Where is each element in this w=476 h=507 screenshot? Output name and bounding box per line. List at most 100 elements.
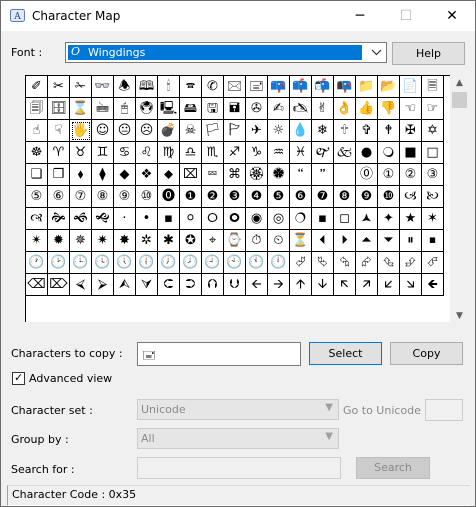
character-cell[interactable]: ♈ bbox=[48, 142, 70, 164]
character-cell[interactable]: ⮶ bbox=[422, 252, 444, 274]
character-cell[interactable]: 🖰 bbox=[114, 98, 136, 120]
character-cell[interactable]: ⮚ bbox=[92, 274, 114, 296]
character-cell[interactable]: ⏱ bbox=[246, 230, 268, 252]
character-cell[interactable]: ⬥ bbox=[158, 164, 180, 186]
character-cell[interactable]: 📫 bbox=[290, 76, 312, 98]
character-cell[interactable]: ⧫ bbox=[92, 164, 114, 186]
character-cell[interactable]: 🗄 bbox=[48, 98, 70, 120]
character-cell[interactable]: ♌ bbox=[136, 142, 158, 164]
character-cell[interactable]: ⏳ bbox=[290, 230, 312, 252]
character-cell[interactable]: ⏷ bbox=[378, 230, 400, 252]
character-cell[interactable]: 👍 bbox=[356, 98, 378, 120]
character-cell[interactable]: 🡭 bbox=[356, 274, 378, 296]
character-cell[interactable]: ⏹ bbox=[422, 230, 444, 252]
character-cell[interactable]: ☹ bbox=[136, 120, 158, 142]
character-cell[interactable]: 🕒 bbox=[70, 252, 92, 274]
character-cell[interactable]: ⮴ bbox=[378, 252, 400, 274]
character-cell[interactable]: 🕚 bbox=[246, 252, 268, 274]
character-cell[interactable]: ♋ bbox=[114, 142, 136, 164]
characters-to-copy-input[interactable]: 🖃 bbox=[137, 342, 301, 366]
character-cell[interactable]: 😐 bbox=[114, 120, 136, 142]
character-cell[interactable]: ❼ bbox=[312, 186, 334, 208]
character-cell[interactable]: 🏳 bbox=[202, 120, 224, 142]
scroll-down-arrow-icon[interactable]: ▼ bbox=[451, 308, 468, 325]
character-cell[interactable]: ✵ bbox=[70, 230, 92, 252]
character-cell[interactable]: 🏶 bbox=[268, 164, 290, 186]
character-cell[interactable]: 🖳 bbox=[158, 98, 180, 120]
character-cell[interactable]: · bbox=[114, 208, 136, 230]
character-cell[interactable]: ♏ bbox=[202, 142, 224, 164]
character-cell[interactable]: ⮉ bbox=[202, 274, 224, 296]
help-button[interactable]: Help bbox=[392, 42, 465, 65]
character-cell[interactable]: ⑨ bbox=[114, 186, 136, 208]
character-cell[interactable]: 🡪 bbox=[268, 274, 290, 296]
character-cell[interactable]: 🕯 bbox=[158, 76, 180, 98]
character-cell[interactable]: ③ bbox=[422, 164, 444, 186]
character-cell[interactable]: ⮈ bbox=[158, 274, 180, 296]
character-cell[interactable]: 🞈 bbox=[224, 208, 246, 230]
character-cell[interactable]: 🙵 bbox=[334, 142, 356, 164]
character-cell[interactable]: ⌘ bbox=[224, 164, 246, 186]
character-cell[interactable]: 🕘 bbox=[202, 252, 224, 274]
character-cell[interactable]: 🕑 bbox=[48, 252, 70, 274]
character-cell[interactable]: ☼ bbox=[268, 120, 290, 142]
character-cell[interactable]: ✹ bbox=[48, 230, 70, 252]
character-cell[interactable]: ♒ bbox=[268, 142, 290, 164]
character-cell[interactable]: ⌛ bbox=[70, 98, 92, 120]
character-cell[interactable]: 🕗 bbox=[180, 252, 202, 274]
character-cell[interactable]: 🙢 bbox=[400, 186, 422, 208]
character-cell[interactable]: ⮊ bbox=[180, 274, 202, 296]
character-cell[interactable]: ■ bbox=[400, 142, 422, 164]
character-cell[interactable]: 🗐 bbox=[26, 98, 48, 120]
scroll-up-arrow-icon[interactable]: ▲ bbox=[451, 75, 468, 92]
character-cell[interactable]: ⚪ bbox=[180, 208, 202, 230]
character-cell[interactable]: ⮱ bbox=[312, 252, 334, 274]
character-cell[interactable]: ☞ bbox=[422, 98, 444, 120]
character-cell[interactable]: 🡩 bbox=[290, 274, 312, 296]
character-cell[interactable]: ⮵ bbox=[400, 252, 422, 274]
character-cell[interactable]: ☟ bbox=[48, 120, 70, 142]
character-cell[interactable]: ✲ bbox=[136, 230, 158, 252]
character-cell[interactable]: ❾ bbox=[356, 186, 378, 208]
character-cell[interactable]: ⮛ bbox=[136, 274, 158, 296]
character-cell[interactable]: 🖲 bbox=[136, 98, 158, 120]
minimize-button[interactable]: ─ bbox=[337, 1, 383, 31]
character-cell[interactable]: ⌦ bbox=[48, 274, 70, 296]
character-cell[interactable]: 🟂 bbox=[356, 208, 378, 230]
character-cell[interactable]: ⑩ bbox=[136, 186, 158, 208]
character-cell[interactable]: 🕔 bbox=[114, 252, 136, 274]
character-cell[interactable]: 💣 bbox=[158, 120, 180, 142]
chevron-down-icon[interactable] bbox=[368, 44, 385, 61]
character-cell[interactable]: ✌ bbox=[312, 98, 334, 120]
character-cell[interactable]: 🡨 bbox=[246, 274, 268, 296]
character-cell[interactable]: ☠ bbox=[180, 120, 202, 142]
character-cell[interactable]: 👓 bbox=[92, 76, 114, 98]
character-cell[interactable]: ✍ bbox=[268, 98, 290, 120]
character-cell[interactable]: ✱ bbox=[158, 230, 180, 252]
character-cell[interactable]: ❸ bbox=[224, 186, 246, 208]
title-bar[interactable]: A Character Map ─ ☐ ✕ bbox=[1, 1, 475, 31]
character-cell[interactable]: ♎ bbox=[180, 142, 202, 164]
character-cell[interactable]: 📪 bbox=[268, 76, 290, 98]
character-cell[interactable]: ✞ bbox=[356, 120, 378, 142]
character-cell[interactable]: ❖ bbox=[136, 164, 158, 186]
character-cell[interactable]: ② bbox=[400, 164, 422, 186]
character-cell[interactable]: • bbox=[136, 208, 158, 230]
character-cell[interactable]: 🡬 bbox=[334, 274, 356, 296]
character-cell[interactable]: ▪ bbox=[312, 208, 334, 230]
character-cell[interactable]: ⑦ bbox=[70, 186, 92, 208]
character-cell[interactable]: ⮲ bbox=[334, 252, 356, 274]
grid-vertical-scrollbar[interactable]: ▲ ▼ bbox=[451, 75, 468, 325]
character-cell[interactable]: ❽ bbox=[334, 186, 356, 208]
character-cell[interactable]: ✂ bbox=[48, 76, 70, 98]
character-cell[interactable]: ❄ bbox=[312, 120, 334, 142]
character-cell[interactable]: ⑤ bbox=[26, 186, 48, 208]
character-cell[interactable]: 🗏 bbox=[422, 76, 444, 98]
character-cell[interactable]: ⮋ bbox=[224, 274, 246, 296]
character-cell[interactable]: 🕈 bbox=[378, 120, 400, 142]
character-cell[interactable]: 🖬 bbox=[224, 98, 246, 120]
character-cell[interactable]: 🖐 bbox=[70, 120, 92, 142]
character-cell[interactable]: ☸ bbox=[26, 142, 48, 164]
character-cell[interactable]: 📂 bbox=[378, 76, 400, 98]
character-cell[interactable]: ⮳ bbox=[356, 252, 378, 274]
